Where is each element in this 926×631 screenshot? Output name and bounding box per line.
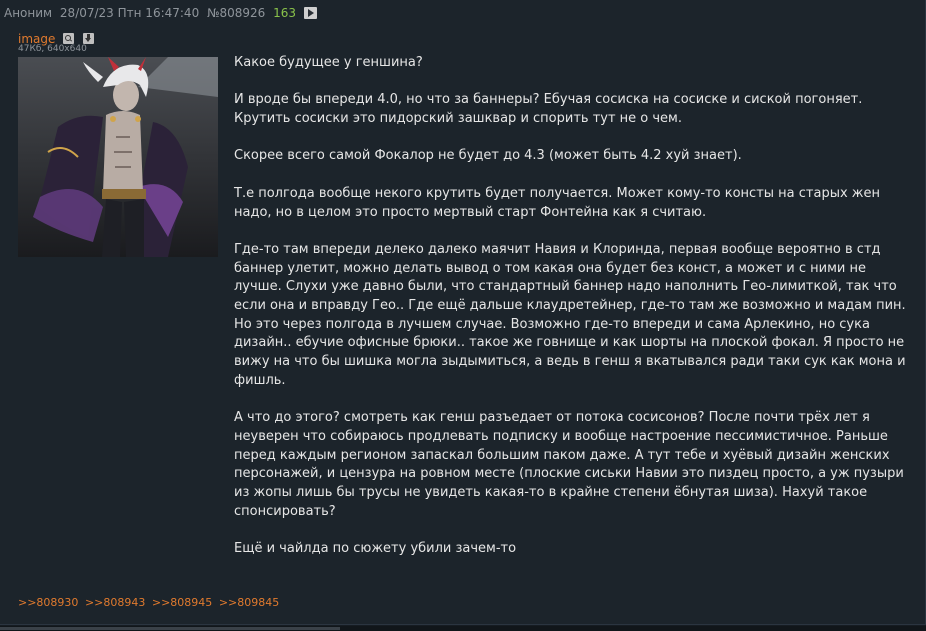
- post-number[interactable]: №808926: [207, 6, 265, 20]
- file-meta: 47Кб, 640x640: [18, 44, 87, 54]
- scrollbar-thumb[interactable]: [0, 627, 340, 630]
- character-artwork: [18, 57, 218, 257]
- reply-link[interactable]: >>809845: [219, 596, 279, 609]
- reply-count: 163: [273, 6, 297, 20]
- post-datetime: 28/07/23 Птн 16:47:40: [59, 6, 200, 20]
- reply-link[interactable]: >>808930: [18, 596, 78, 609]
- post-header: Аноним 28/07/23 Птн 16:47:40 №808926 163: [4, 6, 321, 21]
- post: Аноним 28/07/23 Птн 16:47:40 №808926 163…: [0, 0, 926, 625]
- author-name: Аноним: [4, 6, 53, 20]
- download-icon[interactable]: [82, 33, 94, 44]
- play-icon[interactable]: [303, 7, 317, 19]
- reply-link[interactable]: >>808943: [85, 596, 145, 609]
- reply-links: >>808930 >>808943 >>808945 >>809845: [18, 596, 282, 609]
- post-paragraph: И вроде бы впереди 4.0, но что за баннер…: [234, 92, 863, 127]
- post-image-thumbnail[interactable]: [18, 57, 218, 257]
- post-paragraph: Где-то там впереди делеко далеко маячит …: [234, 241, 906, 388]
- horizontal-scrollbar[interactable]: [0, 626, 926, 631]
- search-icon[interactable]: [63, 33, 75, 44]
- post-paragraph: А что до этого? смотреть как генш разъед…: [234, 410, 904, 519]
- post-paragraph: Ещё и чайлда по сюжету убили зачем-то: [234, 541, 517, 557]
- post-paragraph: Какое будущее у геншина?: [234, 55, 423, 70]
- post-paragraph: Скорее всего самой Фокалор не будет до 4…: [234, 148, 742, 164]
- post-body: Какое будущее у геншина? И вроде бы впер…: [234, 54, 914, 578]
- post-paragraph: Т.е полгода вообще некого крутить будет …: [234, 185, 881, 220]
- reply-link[interactable]: >>808945: [152, 596, 212, 609]
